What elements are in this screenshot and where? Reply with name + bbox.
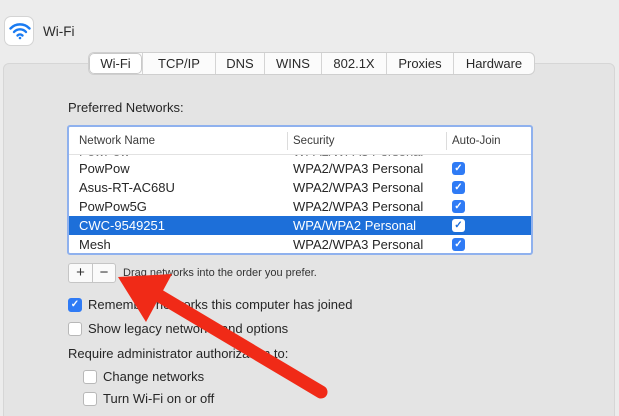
auto-join-checkbox[interactable]: ✓ <box>452 181 465 194</box>
remember-networks-option[interactable]: ✓ Remember networks this computer has jo… <box>68 297 352 312</box>
table-row[interactable]: PowPow5G WPA2/WPA3 Personal ✓ <box>69 197 531 216</box>
change-networks-option[interactable]: Change networks <box>83 369 204 384</box>
auto-join-checkbox[interactable]: ✓ <box>452 162 465 175</box>
table-row[interactable]: Asus-RT-AC68U WPA2/WPA3 Personal ✓ <box>69 178 531 197</box>
network-security: WPA/WPA2 Personal <box>293 218 417 233</box>
network-security: WPA2/WPA3 Personal <box>293 180 424 195</box>
column-network-name[interactable]: Network Name <box>79 135 155 147</box>
window-title: Wi-Fi <box>43 24 75 39</box>
remember-networks-checkbox[interactable]: ✓ <box>68 297 82 312</box>
change-networks-checkbox[interactable] <box>83 369 97 384</box>
turn-wifi-checkbox[interactable] <box>83 391 97 406</box>
auto-join-checkbox[interactable]: ✓ <box>452 200 465 213</box>
require-admin-label: Require administrator authorization to: <box>68 346 289 361</box>
auto-join-checkbox[interactable]: ✓ <box>452 219 465 232</box>
change-networks-label: Change networks <box>103 369 205 384</box>
drag-hint: Drag networks into the order you prefer. <box>123 267 317 279</box>
legacy-networks-option[interactable]: Show legacy networks and options <box>68 321 288 336</box>
table-row[interactable]: PowPow WPA2/WPA3 Personal ✓ <box>69 159 531 178</box>
preferred-networks-label: Preferred Networks: <box>68 100 184 115</box>
table-row-selected[interactable]: CWC-9549251 WPA/WPA2 Personal ✓ <box>69 216 531 235</box>
remove-network-button[interactable]: − <box>92 264 115 282</box>
network-name: Asus-RT-AC68U <box>79 180 175 195</box>
remember-networks-label: Remember networks this computer has join… <box>88 297 353 312</box>
tab-dns[interactable]: DNS <box>215 53 264 74</box>
column-auto-join[interactable]: Auto-Join <box>452 135 501 147</box>
network-name: PowPow5G <box>79 199 147 214</box>
table-header: Network Name Security Auto-Join <box>69 127 531 155</box>
network-security: WPA2/WPA3 Personal <box>293 161 424 176</box>
turn-wifi-label: Turn Wi-Fi on or off <box>103 391 215 406</box>
tab-proxies[interactable]: Proxies <box>386 53 453 74</box>
tab-8021x[interactable]: 802.1X <box>321 53 386 74</box>
add-network-button[interactable]: + <box>69 264 92 282</box>
legacy-networks-checkbox[interactable] <box>68 321 82 336</box>
tab-hardware[interactable]: Hardware <box>453 53 534 74</box>
auto-join-checkbox[interactable]: ✓ <box>452 238 465 251</box>
tab-bar: Wi-Fi TCP/IP DNS WINS 802.1X Proxies Har… <box>88 52 535 75</box>
column-security[interactable]: Security <box>293 135 335 147</box>
tab-tcpip[interactable]: TCP/IP <box>142 53 215 74</box>
tab-wifi[interactable]: Wi-Fi <box>89 53 142 74</box>
title-bar: Wi-Fi <box>0 0 619 52</box>
preferred-networks-table[interactable]: Network Name Security Auto-Join PowPow W… <box>67 125 533 255</box>
network-security: WPA2/WPA3 Personal <box>293 237 424 252</box>
table-row[interactable]: Mesh WPA2/WPA3 Personal ✓ <box>69 235 531 253</box>
column-divider <box>287 132 288 150</box>
network-name: CWC-9549251 <box>79 218 165 233</box>
tab-wins[interactable]: WINS <box>264 53 321 74</box>
network-name: PowPow <box>79 161 130 176</box>
network-security: WPA2/WPA3 Personal <box>293 199 424 214</box>
network-name: Mesh <box>79 237 111 252</box>
add-remove-control: + − <box>68 263 116 283</box>
wifi-icon <box>4 16 34 46</box>
column-divider <box>446 132 447 150</box>
legacy-networks-label: Show legacy networks and options <box>88 321 289 336</box>
turn-wifi-option[interactable]: Turn Wi-Fi on or off <box>83 391 214 406</box>
